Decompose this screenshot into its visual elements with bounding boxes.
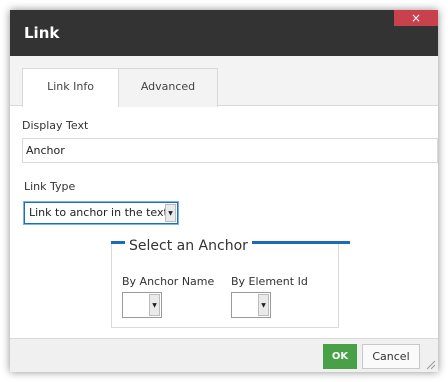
by-element-id-label: By Element Id: [231, 275, 308, 288]
resize-grip-icon[interactable]: [426, 360, 436, 370]
by-anchor-name-select[interactable]: ▼: [122, 292, 162, 318]
display-text-label: Display Text: [22, 119, 89, 132]
chevron-down-icon: ▼: [165, 204, 176, 222]
tab-link-info-label: Link Info: [47, 80, 94, 93]
anchor-fieldset-legend: Select an Anchor: [125, 238, 252, 254]
tab-advanced-label: Advanced: [140, 80, 196, 93]
display-text-input[interactable]: Anchor: [22, 138, 438, 163]
tab-strip: Link Info Advanced: [10, 56, 438, 107]
link-type-value: Link to anchor in the text: [29, 206, 168, 219]
dialog-title: Link: [24, 24, 60, 42]
ok-button[interactable]: OK: [323, 344, 357, 369]
close-icon: ×: [410, 11, 422, 25]
chevron-down-icon: ▼: [258, 294, 269, 316]
by-element-id-select[interactable]: ▼: [231, 292, 271, 318]
link-type-label: Link Type: [24, 180, 76, 193]
close-button[interactable]: ×: [394, 10, 438, 26]
link-type-select[interactable]: Link to anchor in the text ▼: [24, 202, 178, 224]
dialog-titlebar[interactable]: Link: [10, 10, 438, 56]
link-dialog: Link × Link Info Advanced Display Text A…: [10, 10, 438, 372]
tab-advanced[interactable]: Advanced: [119, 68, 218, 107]
by-anchor-name-label: By Anchor Name: [122, 275, 215, 288]
tab-link-info[interactable]: Link Info: [22, 68, 119, 107]
cancel-button[interactable]: Cancel: [362, 344, 420, 369]
chevron-down-icon: ▼: [149, 294, 160, 316]
